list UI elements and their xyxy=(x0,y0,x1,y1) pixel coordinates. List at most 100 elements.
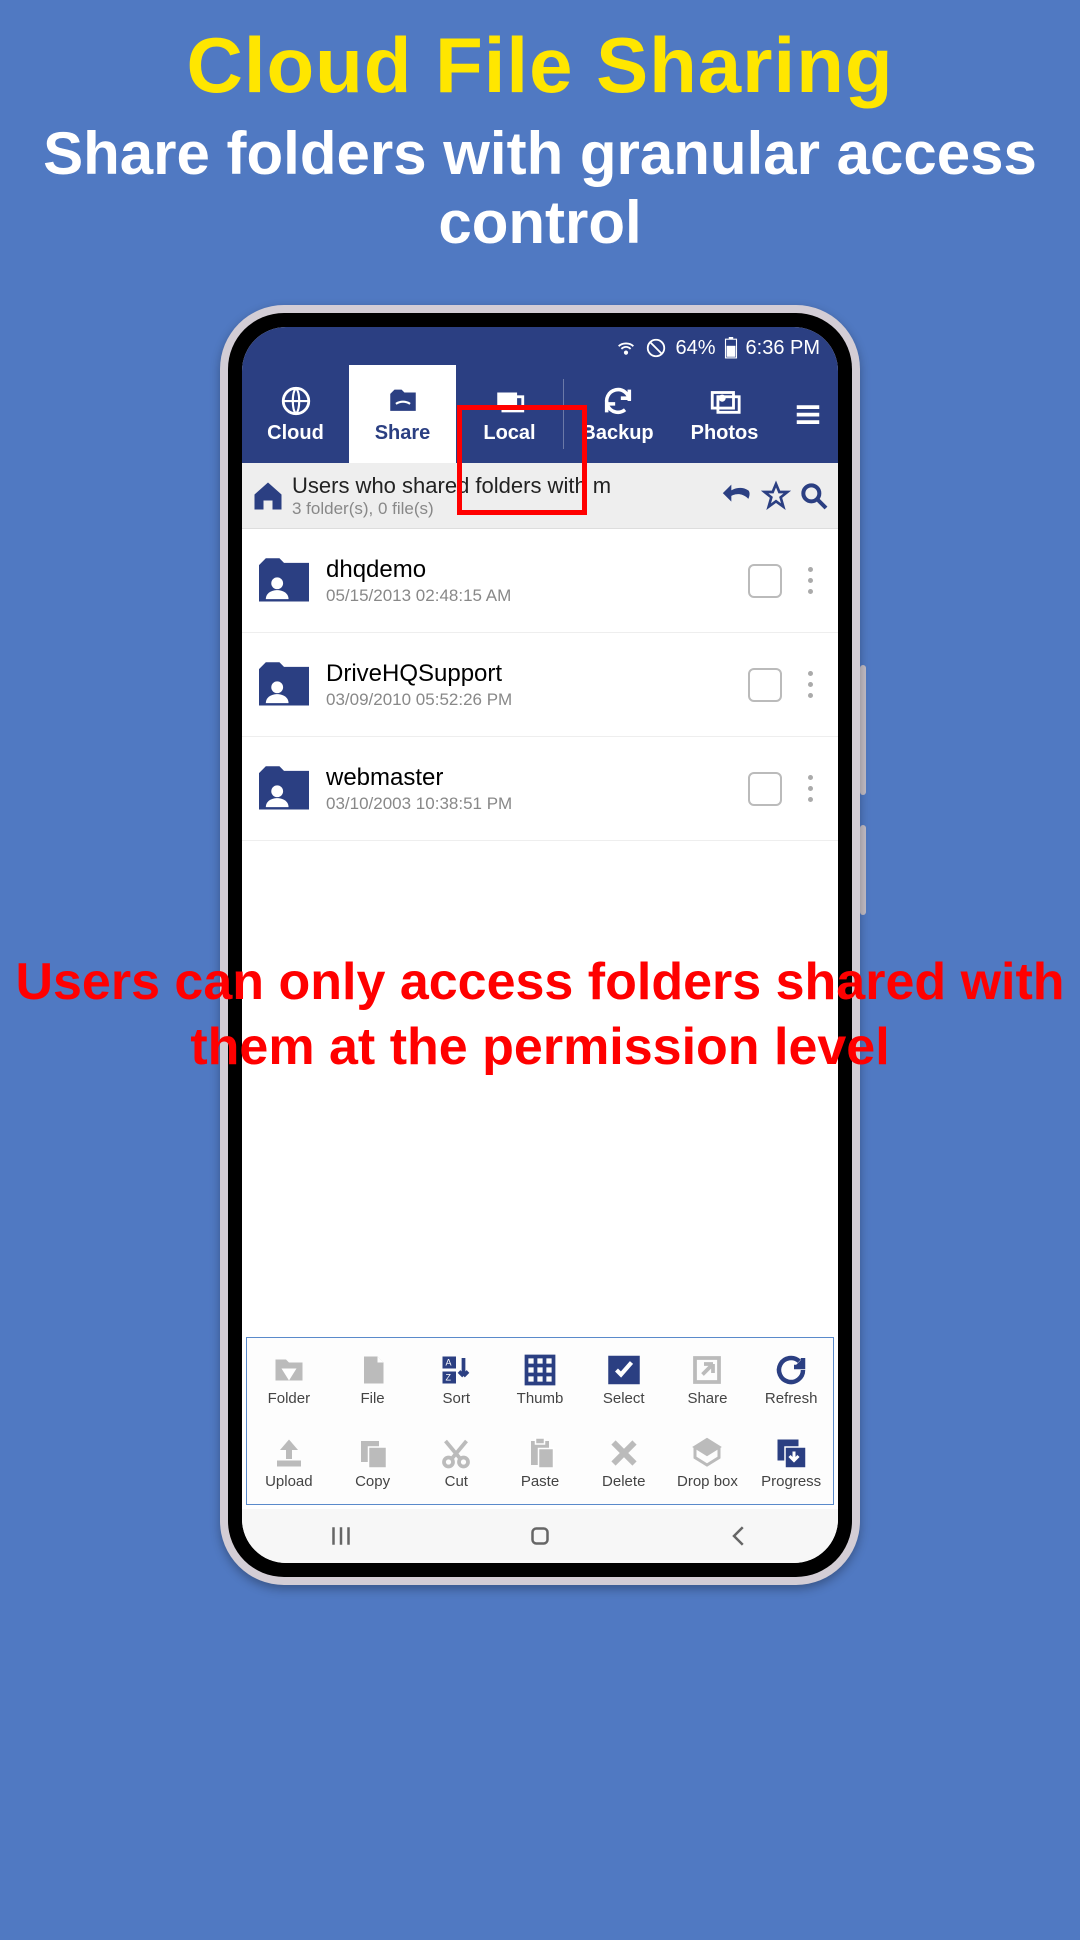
breadcrumb-sub: 3 folder(s), 0 file(s) xyxy=(292,499,714,519)
android-nav-bar xyxy=(242,1509,838,1563)
item-checkbox[interactable] xyxy=(748,668,782,702)
tab-local[interactable]: Local xyxy=(456,365,563,463)
item-checkbox[interactable] xyxy=(748,564,782,598)
tool-dropbox-label: Drop box xyxy=(677,1473,738,1490)
tool-thumb-label: Thumb xyxy=(517,1390,564,1407)
tab-photos-label: Photos xyxy=(691,422,759,445)
tool-refresh-label: Refresh xyxy=(765,1390,818,1407)
tool-sort[interactable]: AZ Sort xyxy=(414,1338,498,1421)
home-button[interactable] xyxy=(525,1521,555,1551)
tool-paste[interactable]: Paste xyxy=(498,1421,582,1504)
tool-select[interactable]: Select xyxy=(582,1338,666,1421)
user-folder-icon xyxy=(256,556,312,606)
tool-copy-label: Copy xyxy=(355,1473,390,1490)
phone-mockup: 64% 6:36 PM Cloud Share xyxy=(220,305,860,1585)
item-more-button[interactable] xyxy=(796,775,824,802)
tool-file[interactable]: File xyxy=(331,1338,415,1421)
user-folder-icon xyxy=(256,764,312,814)
tool-cut-label: Cut xyxy=(445,1473,468,1490)
item-date: 05/15/2013 02:48:15 AM xyxy=(326,586,734,606)
tool-file-label: File xyxy=(360,1390,384,1407)
status-bar: 64% 6:36 PM xyxy=(242,327,838,365)
photos-icon xyxy=(708,384,742,418)
item-name: DriveHQSupport xyxy=(326,660,734,688)
item-date: 03/09/2010 05:52:26 PM xyxy=(326,690,734,710)
recents-button[interactable] xyxy=(326,1521,356,1551)
item-more-button[interactable] xyxy=(796,567,824,594)
dropbox-icon xyxy=(689,1435,725,1471)
upload-icon xyxy=(271,1435,307,1471)
tool-progress[interactable]: Progress xyxy=(749,1421,833,1504)
item-date: 03/10/2003 10:38:51 PM xyxy=(326,794,734,814)
list-item[interactable]: dhqdemo 05/15/2013 02:48:15 AM xyxy=(242,529,838,633)
paste-icon xyxy=(522,1435,558,1471)
tool-dropbox[interactable]: Drop box xyxy=(666,1421,750,1504)
tab-backup-label: Backup xyxy=(581,422,653,445)
scissors-icon xyxy=(438,1435,474,1471)
svg-text:Z: Z xyxy=(446,1373,452,1383)
tool-delete-label: Delete xyxy=(602,1473,645,1490)
copy-icon xyxy=(355,1435,391,1471)
phone-side-button xyxy=(860,665,866,795)
backup-sync-icon xyxy=(601,384,635,418)
tool-progress-label: Progress xyxy=(761,1473,821,1490)
home-icon[interactable] xyxy=(250,478,286,514)
item-name: webmaster xyxy=(326,764,734,792)
share-arrow-icon xyxy=(689,1352,725,1388)
tool-select-label: Select xyxy=(603,1390,645,1407)
battery-percent: 64% xyxy=(675,337,715,360)
tool-cut[interactable]: Cut xyxy=(414,1421,498,1504)
menu-button[interactable] xyxy=(778,365,838,463)
search-icon[interactable] xyxy=(798,480,830,512)
list-item[interactable]: DriveHQSupport 03/09/2010 05:52:26 PM xyxy=(242,633,838,737)
share-folder-icon xyxy=(386,384,420,418)
tool-upload[interactable]: Upload xyxy=(247,1421,331,1504)
user-folder-icon xyxy=(256,660,312,710)
tool-folder[interactable]: Folder xyxy=(247,1338,331,1421)
local-folders-icon xyxy=(493,384,527,418)
battery-icon xyxy=(724,337,738,359)
refresh-icon xyxy=(773,1352,809,1388)
wifi-icon xyxy=(615,337,637,359)
tool-folder-label: Folder xyxy=(268,1390,311,1407)
tab-cloud-label: Cloud xyxy=(267,422,324,445)
no-disturb-icon xyxy=(645,337,667,359)
tab-share-label: Share xyxy=(375,422,431,445)
list-item[interactable]: webmaster 03/10/2003 10:38:51 PM xyxy=(242,737,838,841)
breadcrumb-title: Users who shared folders with m xyxy=(292,473,714,499)
promo-title: Cloud File Sharing xyxy=(0,20,1080,111)
phone-side-button xyxy=(860,825,866,915)
progress-icon xyxy=(773,1435,809,1471)
item-checkbox[interactable] xyxy=(748,772,782,806)
delete-x-icon xyxy=(606,1435,642,1471)
tab-share[interactable]: Share xyxy=(349,365,456,463)
tool-upload-label: Upload xyxy=(265,1473,313,1490)
file-icon xyxy=(355,1352,391,1388)
app-tabs: Cloud Share Local Backup xyxy=(242,365,838,463)
sort-icon: AZ xyxy=(438,1352,474,1388)
back-arrow-icon[interactable] xyxy=(720,479,754,513)
tab-photos[interactable]: Photos xyxy=(671,365,778,463)
back-button[interactable] xyxy=(724,1521,754,1551)
item-name: dhqdemo xyxy=(326,556,734,584)
svg-text:A: A xyxy=(446,1358,452,1368)
grid-icon xyxy=(522,1352,558,1388)
tool-copy[interactable]: Copy xyxy=(331,1421,415,1504)
favorite-star-icon[interactable] xyxy=(760,480,792,512)
tool-delete[interactable]: Delete xyxy=(582,1421,666,1504)
folder-plus-icon xyxy=(271,1352,307,1388)
select-check-icon xyxy=(606,1352,642,1388)
tab-backup[interactable]: Backup xyxy=(564,365,671,463)
item-more-button[interactable] xyxy=(796,671,824,698)
promo-subtitle: Share folders with granular access contr… xyxy=(0,119,1080,257)
breadcrumb-bar: Users who shared folders with m 3 folder… xyxy=(242,463,838,529)
tool-thumb[interactable]: Thumb xyxy=(498,1338,582,1421)
globe-icon xyxy=(279,384,313,418)
tool-refresh[interactable]: Refresh xyxy=(749,1338,833,1421)
tool-sort-label: Sort xyxy=(443,1390,471,1407)
tab-cloud[interactable]: Cloud xyxy=(242,365,349,463)
tool-share[interactable]: Share xyxy=(666,1338,750,1421)
hamburger-icon xyxy=(793,399,823,429)
file-list: dhqdemo 05/15/2013 02:48:15 AM DriveHQSu… xyxy=(242,529,838,1337)
tool-paste-label: Paste xyxy=(521,1473,559,1490)
